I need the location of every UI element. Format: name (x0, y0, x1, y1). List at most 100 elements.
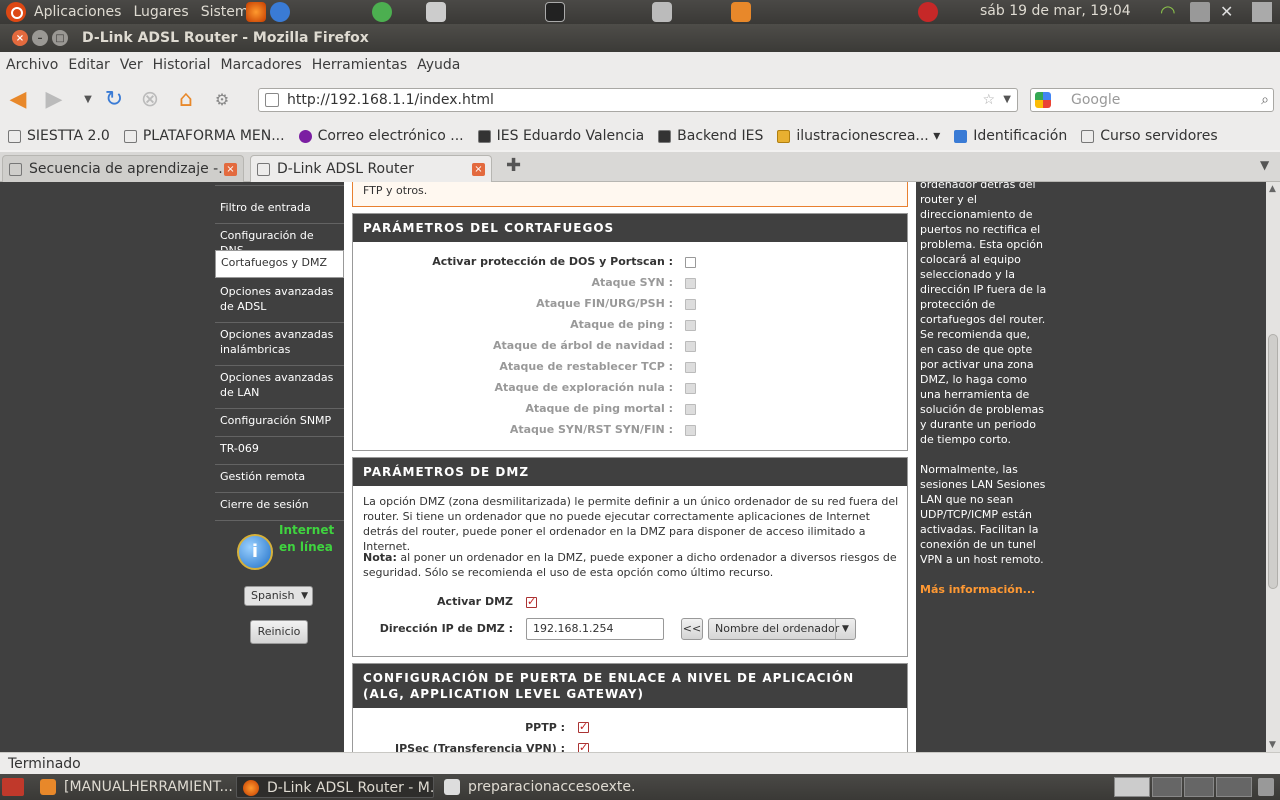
nav-item-dns[interactable]: Configuración de DNS (215, 224, 344, 257)
tcp-reset-checkbox[interactable] (685, 362, 696, 373)
clock[interactable]: sáb 19 de mar, 19:04 (980, 3, 1131, 19)
calculator-launcher-icon[interactable] (426, 2, 446, 22)
nav-item-snmp[interactable]: Configuración SNMP (215, 409, 344, 437)
home-icon[interactable]: ⌂ (174, 88, 198, 112)
wifi-icon[interactable]: ◠ (1160, 2, 1180, 23)
copy-computer-button[interactable]: << (681, 618, 703, 640)
menu-herramientas[interactable]: Herramientas (312, 57, 407, 73)
tab-close-icon[interactable]: × (472, 163, 485, 176)
menu-aplicaciones[interactable]: Aplicaciones (34, 4, 121, 20)
window-close-button[interactable]: × (12, 30, 28, 46)
nav-item-filtro-entrada[interactable]: Filtro de entrada (215, 196, 344, 224)
window-titlebar[interactable]: × – □ D-Link ADSL Router - Mozilla Firef… (0, 24, 1280, 52)
bookmark-folder[interactable]: ilustracionescrea... ▾ (777, 128, 940, 144)
terminal-launcher-icon[interactable] (545, 2, 565, 22)
tab-dlink-router[interactable]: D-Link ADSL Router × (250, 155, 492, 182)
menu-ver[interactable]: Ver (120, 57, 143, 73)
menu-editar[interactable]: Editar (68, 57, 109, 73)
ping-attack-checkbox[interactable] (685, 320, 696, 331)
app-launcher-icon[interactable] (731, 2, 751, 22)
bookmark-item[interactable]: Backend IES (658, 128, 763, 144)
url-bar[interactable]: http://192.168.1.1/index.html ☆ ▼ (258, 88, 1018, 112)
frog-launcher-icon[interactable] (372, 2, 392, 22)
taskbar-item[interactable]: [MANUALHERRAMIENT... (34, 776, 232, 798)
addon-icon[interactable]: ⚙ (210, 88, 234, 112)
scrollbar-thumb[interactable] (1268, 334, 1278, 589)
bookmark-item[interactable]: IES Eduardo Valencia (477, 128, 644, 144)
more-info-link[interactable]: Más información... (920, 582, 1047, 597)
trash-icon[interactable] (1258, 778, 1274, 796)
ipsec-checkbox[interactable] (578, 741, 589, 752)
computer-name-select[interactable]: Nombre del ordenador ▼ (708, 618, 856, 640)
tab-close-icon[interactable]: × (224, 163, 237, 176)
menu-historial[interactable]: Historial (153, 57, 211, 73)
new-tab-icon[interactable]: ✚ (506, 155, 521, 176)
url-dropdown-icon[interactable]: ▼ (1003, 89, 1011, 111)
bookmark-item[interactable]: Curso servidores (1081, 128, 1218, 144)
google-engine-icon[interactable] (1035, 92, 1051, 108)
updates-icon[interactable] (1190, 2, 1210, 22)
taskbar-item-active[interactable]: D-Link ADSL Router - M... (236, 776, 434, 798)
nav-item-cierre-sesion[interactable]: Cierre de sesión (215, 493, 344, 521)
nav-item-adsl[interactable]: Opciones avanzadas de ADSL (215, 280, 344, 323)
xmas-tree-checkbox[interactable] (685, 341, 696, 352)
language-select[interactable]: Spanish ▼ (244, 586, 313, 606)
back-arrow-icon[interactable]: ◀ (6, 88, 30, 112)
page-scrollbar[interactable]: ▲ ▼ (1266, 182, 1280, 752)
dos-protection-checkbox[interactable] (685, 257, 696, 268)
scroll-up-icon[interactable]: ▲ (1269, 184, 1276, 194)
pptp-checkbox[interactable] (578, 720, 589, 733)
null-scan-checkbox[interactable] (685, 383, 696, 394)
workspace-4[interactable] (1216, 777, 1252, 797)
bookmark-item[interactable]: SIESTTA 2.0 (8, 128, 110, 144)
search-bar[interactable]: Google ⌕ (1030, 88, 1274, 112)
nav-item-inalambricas[interactable]: Opciones avanzadas inalámbricas (215, 323, 344, 366)
ping-of-death-checkbox[interactable] (685, 404, 696, 415)
window-minimize-button[interactable]: – (32, 30, 48, 46)
nav-item-lan[interactable]: Opciones avanzadas de LAN (215, 366, 344, 409)
scroll-down-icon[interactable]: ▼ (1269, 740, 1276, 750)
history-dropdown-icon[interactable]: ▼ (76, 88, 100, 112)
reload-icon[interactable]: ↻ (102, 88, 126, 112)
search-icon[interactable]: ⌕ (1261, 89, 1269, 111)
session-icon[interactable] (1252, 2, 1272, 22)
volume-muted-icon[interactable]: ✕ (1220, 2, 1240, 22)
tab-secuencia[interactable]: Secuencia de aprendizaje -... × (2, 155, 244, 182)
workspace-3[interactable] (1184, 777, 1214, 797)
workspace-2[interactable] (1152, 777, 1182, 797)
fin-urg-psh-checkbox[interactable] (685, 299, 696, 310)
taskbar-item[interactable]: preparacionaccesoexte... (438, 776, 636, 798)
dos-protection-label: Activar protección de DOS y Portscan : (432, 255, 673, 268)
bookmark-item[interactable]: Correo electrónico ... (298, 128, 464, 144)
url-text[interactable]: http://192.168.1.1/index.html (287, 92, 494, 108)
dmz-ip-input[interactable]: 192.168.1.254 (526, 618, 664, 640)
syn-rst-checkbox[interactable] (685, 425, 696, 436)
menu-lugares[interactable]: Lugares (133, 4, 188, 20)
search-input[interactable]: Google (1071, 92, 1120, 108)
nav-item-gestion-remota[interactable]: Gestión remota (215, 465, 344, 493)
show-desktop-icon[interactable] (2, 778, 24, 796)
firefox-launcher-icon[interactable] (246, 2, 266, 22)
ubuntu-logo-icon[interactable] (6, 2, 26, 22)
power-icon[interactable] (918, 2, 938, 22)
bookmark-star-icon[interactable]: ☆ (982, 89, 995, 111)
menu-archivo[interactable]: Archivo (6, 57, 58, 73)
reboot-button[interactable]: Reinicio (250, 620, 308, 644)
nav-item-tr069[interactable]: TR-069 (215, 437, 344, 465)
activate-dmz-checkbox[interactable] (526, 595, 537, 608)
help-launcher-icon[interactable] (270, 2, 290, 22)
workspace-1[interactable] (1114, 777, 1150, 797)
network-launcher-icon[interactable] (652, 2, 672, 22)
site-identity-icon[interactable] (265, 93, 279, 107)
forward-arrow-icon[interactable]: ▶ (42, 88, 66, 112)
bookmark-item[interactable]: PLATAFORMA MEN... (123, 128, 285, 144)
window-maximize-button[interactable]: □ (52, 30, 68, 46)
menu-ayuda[interactable]: Ayuda (417, 57, 460, 73)
nav-item-cortafuegos-dmz[interactable]: Cortafuegos y DMZ (215, 250, 344, 278)
stop-icon[interactable]: ⊗ (138, 88, 162, 112)
tab-list-icon[interactable]: ▼ (1260, 158, 1269, 172)
nav-item-partial[interactable] (215, 182, 344, 186)
menu-marcadores[interactable]: Marcadores (221, 57, 302, 73)
syn-attack-checkbox[interactable] (685, 278, 696, 289)
bookmark-item[interactable]: Identificación (954, 128, 1067, 144)
